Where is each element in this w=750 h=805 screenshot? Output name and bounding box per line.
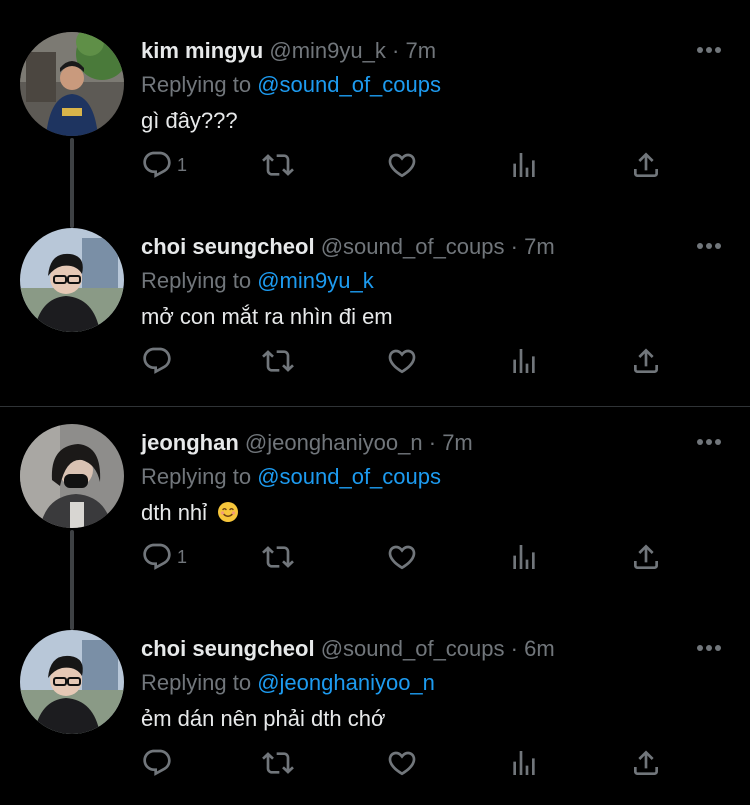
share-button[interactable]: [630, 344, 662, 378]
reply-count: 1: [177, 154, 188, 175]
share-button[interactable]: [630, 540, 662, 574]
replying-to: Replying to @jeonghaniyoo_n: [141, 668, 435, 698]
heart-icon: [388, 349, 416, 374]
retweet-icon: [262, 350, 294, 372]
views-button[interactable]: [508, 148, 540, 182]
replying-to-label: Replying to: [141, 72, 252, 97]
replying-to-label: Replying to: [141, 268, 252, 293]
display-name[interactable]: kim mingyu: [141, 38, 263, 63]
reply-button[interactable]: [141, 344, 177, 378]
display-name[interactable]: jeonghan: [141, 430, 239, 455]
more-icon[interactable]: [696, 44, 722, 56]
views-button[interactable]: [508, 746, 540, 780]
reply-button[interactable]: 1: [141, 540, 187, 574]
views-button[interactable]: [508, 344, 540, 378]
reply-icon: [143, 749, 171, 776]
mention-link[interactable]: @min9yu_k: [257, 268, 374, 293]
display-name[interactable]: choi seungcheol: [141, 234, 315, 259]
replying-to: Replying to @sound_of_coups: [141, 462, 441, 492]
share-icon: [634, 750, 658, 775]
heart-icon: [388, 545, 416, 570]
tweet[interactable]: kim mingyu @min9yu_k · 7m Replying to @s…: [0, 32, 750, 232]
display-name[interactable]: choi seungcheol: [141, 636, 315, 661]
tweet[interactable]: jeonghan @jeonghaniyoo_n · 7m Replying t…: [0, 424, 750, 624]
share-button[interactable]: [630, 148, 662, 182]
reply-button[interactable]: [141, 746, 177, 780]
smiling-face-emoji-icon: [218, 502, 239, 522]
replying-to: Replying to @min9yu_k: [141, 266, 374, 296]
reply-icon: [143, 543, 171, 570]
views-button[interactable]: [508, 540, 540, 574]
replying-to-label: Replying to: [141, 464, 252, 489]
tweet-text: ẻm dán nên phải dth chớ: [141, 706, 386, 731]
tweet-header: choi seungcheol @sound_of_coups · 7m: [141, 232, 555, 262]
tweet-header: jeonghan @jeonghaniyoo_n · 7m: [141, 428, 473, 458]
reply-icon: [143, 151, 171, 178]
retweet-button[interactable]: [262, 746, 294, 780]
handle[interactable]: @jeonghaniyoo_n: [245, 430, 423, 455]
tweet[interactable]: choi seungcheol @sound_of_coups · 7m Rep…: [0, 228, 750, 428]
retweet-icon: [262, 546, 294, 568]
views-icon: [513, 545, 535, 569]
more-icon[interactable]: [696, 240, 722, 252]
retweet-button[interactable]: [262, 344, 294, 378]
like-button[interactable]: [386, 540, 418, 574]
tweet-header: kim mingyu @min9yu_k · 7m: [141, 36, 436, 66]
tweet-text: dth nhỉ: [141, 496, 239, 530]
separator-dot: ·: [392, 38, 400, 63]
retweet-button[interactable]: [262, 540, 294, 574]
mention-link[interactable]: @sound_of_coups: [257, 72, 441, 97]
avatar[interactable]: [20, 630, 124, 734]
share-button[interactable]: [630, 746, 662, 780]
mention-link[interactable]: @sound_of_coups: [257, 464, 441, 489]
reply-button[interactable]: 1: [141, 148, 187, 182]
timestamp[interactable]: 6m: [524, 636, 555, 661]
handle[interactable]: @min9yu_k: [269, 38, 386, 63]
separator-dot: ·: [428, 430, 437, 455]
timestamp[interactable]: 7m: [442, 430, 473, 455]
share-icon: [634, 348, 658, 373]
replying-to-label: Replying to: [141, 670, 252, 695]
separator-dot: ·: [510, 234, 518, 259]
views-icon: [513, 751, 535, 775]
timestamp[interactable]: 7m: [524, 234, 555, 259]
like-button[interactable]: [386, 148, 418, 182]
tweet-text: gì đây???: [141, 108, 238, 133]
retweet-icon: [262, 752, 294, 774]
handle[interactable]: @sound_of_coups: [321, 636, 505, 661]
heart-icon: [388, 751, 416, 776]
mention-link[interactable]: @jeonghaniyoo_n: [257, 670, 435, 695]
replying-to: Replying to @sound_of_coups: [141, 70, 441, 100]
handle[interactable]: @sound_of_coups: [321, 234, 505, 259]
views-icon: [513, 349, 535, 373]
more-icon[interactable]: [696, 436, 722, 448]
separator-dot: ·: [510, 636, 518, 661]
like-button[interactable]: [386, 344, 418, 378]
tweet-header: choi seungcheol @sound_of_coups · 6m: [141, 634, 555, 664]
timestamp[interactable]: 7m: [405, 38, 436, 63]
reply-count: 1: [177, 546, 188, 567]
tweet-text-content: dth nhỉ: [141, 500, 208, 525]
like-button[interactable]: [386, 746, 418, 780]
share-icon: [634, 152, 658, 177]
tweet-text: mở con mắt ra nhìn đi em: [141, 304, 393, 329]
views-icon: [513, 153, 535, 177]
reply-icon: [143, 347, 171, 374]
share-icon: [634, 544, 658, 569]
avatar[interactable]: [20, 424, 124, 528]
avatar[interactable]: [20, 32, 124, 136]
more-icon[interactable]: [696, 642, 722, 654]
avatar[interactable]: [20, 228, 124, 332]
tweet[interactable]: choi seungcheol @sound_of_coups · 6m Rep…: [0, 630, 750, 805]
heart-icon: [388, 153, 416, 178]
retweet-icon: [262, 154, 294, 176]
retweet-button[interactable]: [262, 148, 294, 182]
